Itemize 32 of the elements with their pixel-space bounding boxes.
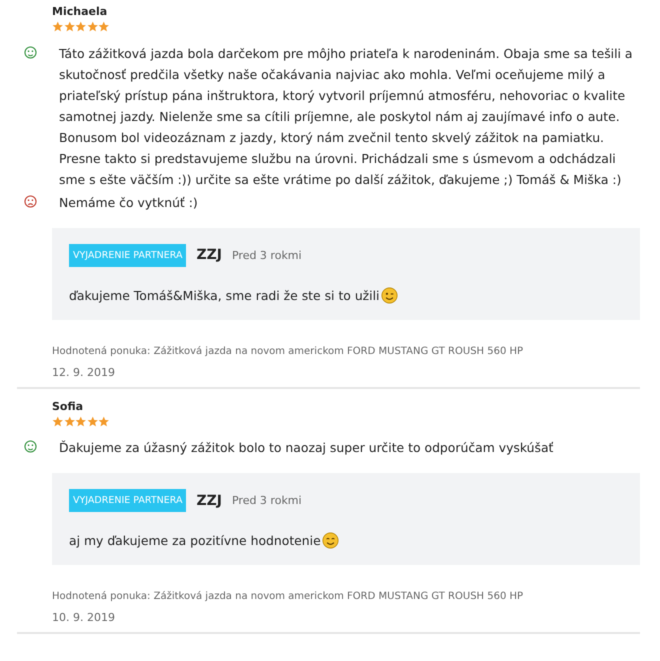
partner-name: ZZJ	[196, 247, 222, 263]
star-icon	[64, 416, 75, 427]
partner-badge: VYJADRENIE PARTNERA	[69, 244, 186, 266]
reviewer-name: Sofia	[52, 400, 84, 412]
star-icon	[52, 416, 64, 427]
star-icon	[75, 21, 86, 32]
star-icon	[52, 21, 64, 32]
partner-badge: VYJADRENIE PARTNERA	[69, 489, 186, 512]
reply-time: Pred 3 rokmi	[232, 248, 302, 262]
reply-text: aj my ďakujeme za pozitívne hodnotenie	[69, 533, 321, 548]
star-icon	[64, 21, 75, 32]
smile-icon	[24, 440, 37, 453]
partner-name: ZZJ	[196, 492, 222, 508]
frown-icon	[24, 194, 37, 208]
reply-time: Pred 3 rokmi	[232, 494, 302, 507]
review-text: Ďakujeme za úžasný zážitok bolo to naozaj super určite to odporúčam vyskúšať	[59, 439, 554, 457]
star-icon	[98, 416, 110, 427]
star-icon	[98, 21, 110, 32]
winking-face-icon	[380, 286, 398, 304]
star-icon	[86, 21, 98, 32]
review-text: Nemáme čo vytknúť :)	[59, 194, 199, 212]
rated-offer: Hodnotená ponuka: Zážitková jazda na novom americkom FORD MUSTANG GT ROUSH 560 HP	[52, 591, 524, 602]
review-date: 10. 9. 2019	[52, 611, 115, 624]
star-icon	[75, 416, 86, 427]
review-text: Táto zážitková jazda bola darčekom pre môjho priateľa k narodeninám. Obaja sme sa tešili a skutočnosť predčila všetky naše očakávania najviac ako mohla. Veľmi oceňujeme milý a priateľský prístup pána inštruktora, ktorý vytvoril príjemnú atmosféru, nehovoriac o kvalite samotnej jazdy. Nielenže sme sa cítili príjemne, ale poskytol nám aj zaujímavé info o aute. Bonusom bol videozáznam z jazdy, ktorý nám zvečnil tento skvelý zážitok na pamiatku. Presne takto si predstavujeme službu na úrovni. Prichádzali sme s úsmevom a odchádzali sme s ešte väčším :)) určite sa ešte vrátime po další zážitok, ďakujeme ;) Tomáš & Miška :)	[59, 44, 634, 189]
star-icon	[86, 416, 98, 427]
reviewer-name: Michaela	[52, 5, 108, 18]
review-date: 12. 9. 2019	[52, 366, 115, 378]
reply-text: ďakujeme Tomáš&Miška, sme radi že ste si to užili	[69, 288, 380, 302]
smile-icon	[24, 46, 37, 58]
rated-offer: Hodnotená ponuka: Zážitková jazda na novom americkom FORD MUSTANG GT ROUSH 560 HP	[52, 346, 524, 356]
smiling-face-icon	[322, 532, 339, 549]
